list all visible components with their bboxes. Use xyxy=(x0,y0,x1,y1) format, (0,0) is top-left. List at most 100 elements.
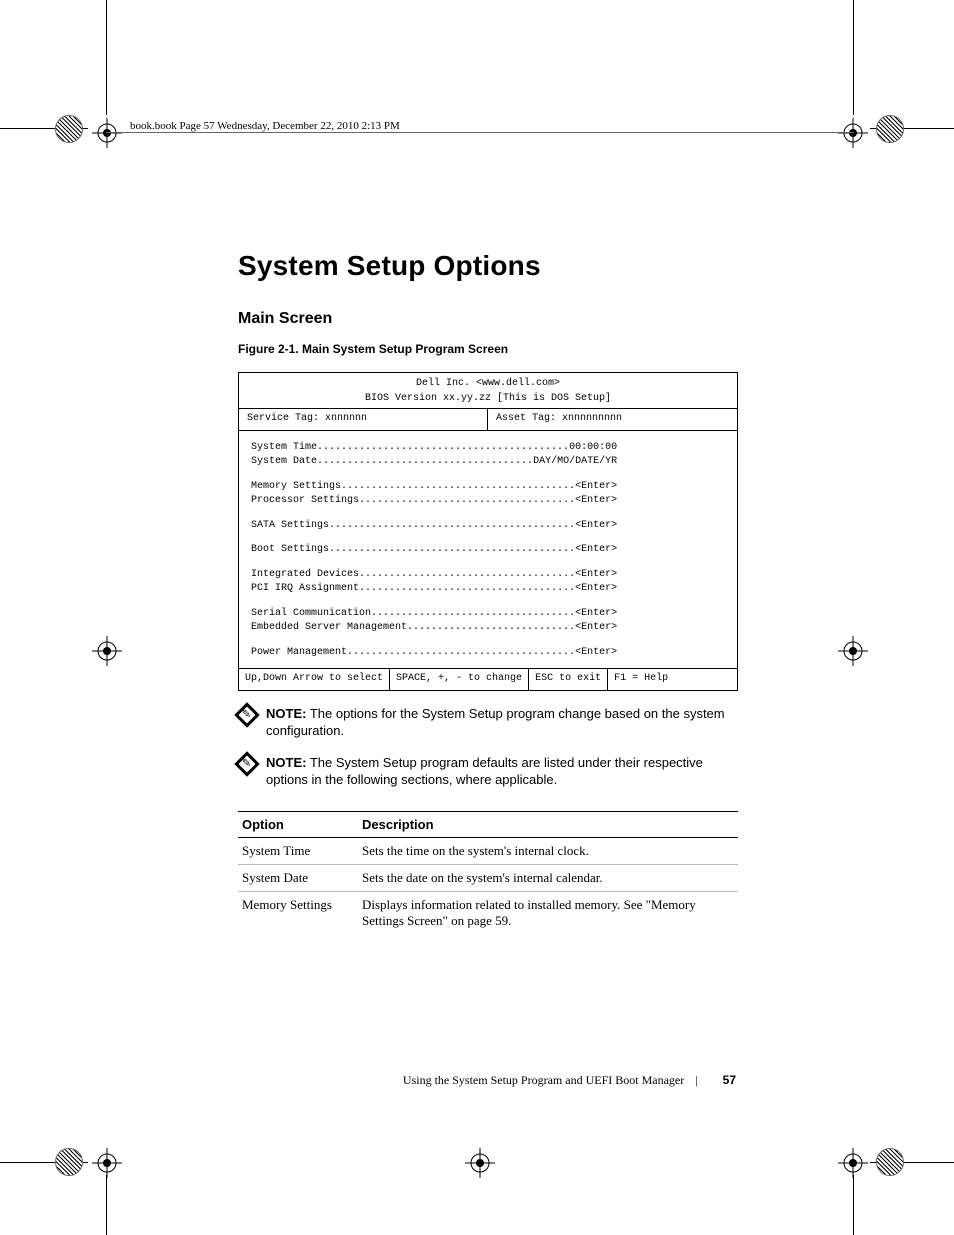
header-rule xyxy=(106,132,854,133)
table-header-description: Description xyxy=(358,811,738,837)
bios-setting-value: <Enter> xyxy=(575,519,617,534)
bios-setting-row: SATA Settings ..........................… xyxy=(251,519,725,534)
bios-setting-dots: .................................... xyxy=(359,582,575,597)
bios-setting-label: System Date xyxy=(251,455,317,470)
bios-footer-nav: Up,Down Arrow to select xyxy=(239,669,390,690)
note-text: NOTE: The options for the System Setup p… xyxy=(266,705,738,740)
note-body: The options for the System Setup program… xyxy=(266,706,725,739)
crop-line xyxy=(853,0,854,115)
table-cell-description: Sets the time on the system's internal c… xyxy=(358,837,738,864)
bios-vendor: Dell Inc. <www.dell.com> xyxy=(243,377,733,392)
bios-header: Dell Inc. <www.dell.com> BIOS Version xx… xyxy=(239,373,737,408)
table-row: System TimeSets the time on the system's… xyxy=(238,837,738,864)
document-page: book.book Page 57 Wednesday, December 22… xyxy=(0,0,954,1235)
bios-setting-label: System Time xyxy=(251,441,317,456)
asset-tag: Asset Tag: xnnnnnnnnn xyxy=(488,409,737,430)
registration-target-icon xyxy=(838,636,868,666)
bios-group-gap xyxy=(251,509,725,519)
registration-target-icon xyxy=(92,636,122,666)
bios-setting-dots: ....................................... xyxy=(341,480,575,495)
bios-setting-label: SATA Settings xyxy=(251,519,329,534)
bios-setting-row: Memory Settings ........................… xyxy=(251,480,725,495)
footer-section: Using the System Setup Program and UEFI … xyxy=(403,1073,684,1087)
table-row: Memory SettingsDisplays information rela… xyxy=(238,891,738,934)
bios-setting-dots: ........................................… xyxy=(329,543,575,558)
bios-version: BIOS Version xx.yy.zz [This is DOS Setup… xyxy=(243,392,733,407)
registration-target-icon xyxy=(92,118,122,148)
bios-setting-label: Serial Communication xyxy=(251,607,371,622)
registration-target-icon xyxy=(465,1148,495,1178)
crop-line xyxy=(853,1175,854,1235)
bios-setting-value: <Enter> xyxy=(575,621,617,636)
bios-setting-row: Embedded Server Management .............… xyxy=(251,621,725,636)
bios-setting-label: Boot Settings xyxy=(251,543,329,558)
registration-ball-icon xyxy=(876,115,904,143)
bios-screen: Dell Inc. <www.dell.com> BIOS Version xx… xyxy=(238,372,738,691)
note-row: NOTE: The System Setup program defaults … xyxy=(238,754,738,789)
note-row: NOTE: The options for the System Setup p… xyxy=(238,705,738,740)
page-title: System Setup Options xyxy=(238,250,738,282)
bios-setting-value: <Enter> xyxy=(575,480,617,495)
table-cell-option: System Date xyxy=(238,864,358,891)
content-area: System Setup Options Main Screen Figure … xyxy=(238,250,738,934)
bios-setting-row: System Time ............................… xyxy=(251,441,725,456)
table-cell-description: Sets the date on the system's internal c… xyxy=(358,864,738,891)
bios-setting-label: Memory Settings xyxy=(251,480,341,495)
table-cell-description: Displays information related to installe… xyxy=(358,891,738,934)
bios-setting-value: <Enter> xyxy=(575,607,617,622)
bios-setting-label: Embedded Server Management xyxy=(251,621,407,636)
note-icon xyxy=(234,702,259,727)
note-icon xyxy=(234,751,259,776)
bios-setting-label: Processor Settings xyxy=(251,494,359,509)
bios-footer-change: SPACE, +, - to change xyxy=(390,669,529,690)
table-cell-option: Memory Settings xyxy=(238,891,358,934)
registration-target-icon xyxy=(838,1148,868,1178)
bios-tag-row: Service Tag: xnnnnnn Asset Tag: xnnnnnnn… xyxy=(239,408,737,431)
bios-setting-value: <Enter> xyxy=(575,494,617,509)
bios-setting-value: <Enter> xyxy=(575,543,617,558)
bios-setting-value: <Enter> xyxy=(575,582,617,597)
bios-setting-row: Boot Settings ..........................… xyxy=(251,543,725,558)
registration-ball-icon xyxy=(55,1148,83,1176)
bios-group-gap xyxy=(251,470,725,480)
bios-setting-value: DAY/MO/DATE/YR xyxy=(533,455,617,470)
registration-ball-icon xyxy=(55,115,83,143)
bios-setting-value: <Enter> xyxy=(575,646,617,661)
bios-setting-dots: ........................................… xyxy=(329,519,575,534)
bios-group-gap xyxy=(251,558,725,568)
bios-setting-dots: ........................................… xyxy=(317,441,569,456)
bios-setting-value: 00:00:00 xyxy=(569,441,617,456)
bios-group-gap xyxy=(251,533,725,543)
registration-ball-icon xyxy=(876,1148,904,1176)
figure-caption: Figure 2-1. Main System Setup Program Sc… xyxy=(238,342,738,356)
bios-setting-row: Integrated Devices .....................… xyxy=(251,568,725,583)
bios-footer-exit: ESC to exit xyxy=(529,669,608,690)
note-label: NOTE: xyxy=(266,755,306,770)
note-body: The System Setup program defaults are li… xyxy=(266,755,703,788)
note-label: NOTE: xyxy=(266,706,306,721)
crop-line xyxy=(106,0,107,115)
bios-setting-row: Power Management .......................… xyxy=(251,646,725,661)
bios-setting-label: PCI IRQ Assignment xyxy=(251,582,359,597)
bios-setting-dots: ............................ xyxy=(407,621,575,636)
table-row: System DateSets the date on the system's… xyxy=(238,864,738,891)
bios-setting-dots: .................................... xyxy=(359,494,575,509)
bios-setting-row: System Date ............................… xyxy=(251,455,725,470)
bios-setting-value: <Enter> xyxy=(575,568,617,583)
registration-target-icon xyxy=(92,1148,122,1178)
section-heading: Main Screen xyxy=(238,310,738,328)
registration-target-icon xyxy=(838,118,868,148)
bios-group-gap xyxy=(251,636,725,646)
bios-setting-label: Power Management xyxy=(251,646,347,661)
bios-setting-dots: .................................. xyxy=(371,607,575,622)
bios-setting-row: Serial Communication ...................… xyxy=(251,607,725,622)
crop-line xyxy=(106,1175,107,1235)
bios-body: System Time ............................… xyxy=(239,431,737,669)
page-header-text: book.book Page 57 Wednesday, December 22… xyxy=(130,120,400,132)
bios-setting-dots: ...................................... xyxy=(347,646,575,661)
bios-footer-help: F1 = Help xyxy=(608,669,674,690)
footer-divider: | xyxy=(695,1073,697,1087)
note-text: NOTE: The System Setup program defaults … xyxy=(266,754,738,789)
bios-setting-dots: .................................... xyxy=(359,568,575,583)
bios-setting-row: PCI IRQ Assignment .....................… xyxy=(251,582,725,597)
